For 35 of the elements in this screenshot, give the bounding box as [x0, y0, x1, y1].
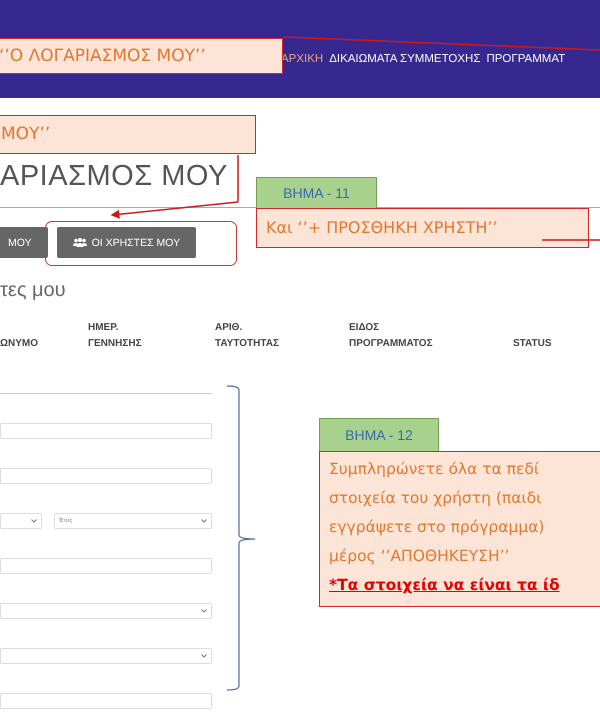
select-field[interactable] [0, 648, 212, 664]
column-header: ΗΜΕΡ. ΓΕΝΝΗΣΗΣ [88, 321, 143, 351]
column-header: ΕΙΔΟΣ ΠΡΟΓΡΑΜΜΑΤΟΣ [349, 321, 434, 351]
step-label: ΒΗΜΑ - 12 [319, 418, 439, 452]
step-label: ΒΗΜΑ - 11 [256, 177, 377, 209]
page-title: ΑΡΙΑΣΜΟΣ ΜΟΥ [0, 159, 228, 194]
column-header: ΑΡΙΘ. ΤΑΥΤΟΤΗΤΑΣ [215, 321, 280, 351]
chevron-icon [201, 609, 207, 613]
input-field[interactable] [0, 558, 212, 574]
tab-button[interactable]: ΜΟΥ [0, 227, 48, 258]
nav-link[interactable]: ΠΡΟΓΡΑΜΜΑΤ [486, 53, 566, 65]
chevron-icon [201, 519, 207, 523]
section-heading: τες μου [0, 279, 67, 302]
instruction-text: στοιχεία του χρήστη (παιδι [329, 488, 542, 509]
chevron-icon [31, 519, 37, 523]
select-field[interactable] [0, 603, 212, 619]
column-header: STATUS [513, 337, 552, 351]
callout-box: Και ‘’+ ΠΡΟΣΘΗΚΗ ΧΡΗΣΤΗ’’ [256, 208, 589, 248]
callout-box: ΜΟΥ’’ [0, 115, 256, 154]
instruction-text: εγγράψετε στο πρόγραμμα) [329, 517, 546, 538]
instruction-text: *Τα στοιχεία να είναι τα ίδ [329, 575, 561, 596]
column-header: ΩΝΥΜΟ [0, 337, 40, 351]
instruction-text: Συμπληρώνετε όλα τα πεδί [329, 459, 540, 480]
instruction-text: μέρος ‘’ΑΠΟΘΗΚΕΥΣΗ’’ [329, 546, 510, 567]
users-icon [72, 238, 87, 247]
input-field[interactable] [0, 693, 212, 709]
leader-line [237, 155, 239, 202]
callout-box: ‘’Ο ΛΟΓΑΡΙΑΣΜΟΣ ΜΟΥ’’ [0, 38, 283, 74]
select-field[interactable] [0, 513, 42, 529]
input-field[interactable] [0, 423, 212, 439]
input-field[interactable] [0, 468, 212, 484]
tab-button[interactable]: ΟΙ ΧΡΗΣΤΕΣ ΜΟΥ [56, 227, 196, 258]
nav-link[interactable]: ΔΙΚΑΙΩΜΑΤΑ ΣΥΜΜΕΤΟΧΗΣ [329, 53, 480, 65]
nav-link[interactable]: ΑΡΧΙΚΗ [281, 53, 324, 65]
chevron-icon [201, 654, 207, 658]
